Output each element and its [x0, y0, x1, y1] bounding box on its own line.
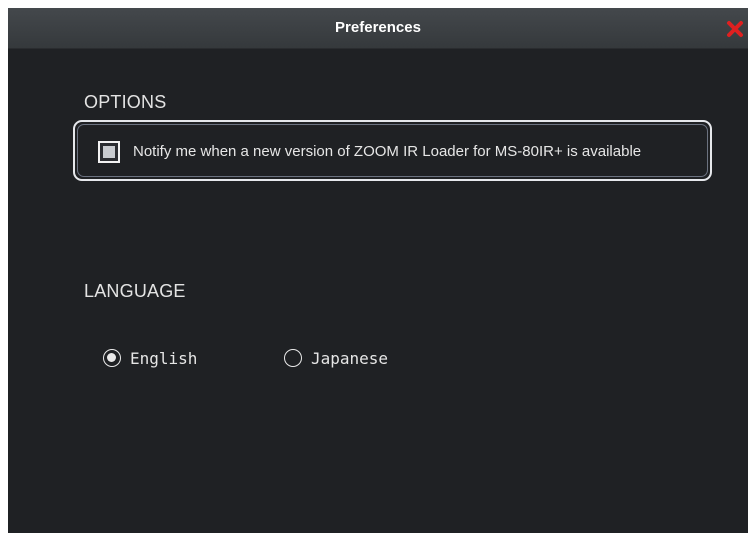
radio-selected-dot: [107, 353, 116, 362]
options-section-title: OPTIONS: [84, 92, 167, 112]
notify-checkbox[interactable]: [98, 141, 120, 163]
preferences-window: Preferences: [8, 8, 748, 533]
notify-checkbox-label[interactable]: Notify me when a new version of ZOOM IR …: [133, 143, 641, 160]
radio-english[interactable]: [103, 349, 121, 367]
checkbox-fill: [103, 146, 115, 158]
radio-japanese-label[interactable]: Japanese: [311, 349, 388, 368]
close-icon[interactable]: [726, 20, 744, 38]
radio-japanese[interactable]: [284, 349, 302, 367]
title-bar: Preferences: [8, 8, 748, 49]
radio-english-label[interactable]: English: [130, 349, 197, 368]
language-section-title: LANGUAGE: [84, 281, 186, 301]
window-title: Preferences: [335, 19, 421, 36]
